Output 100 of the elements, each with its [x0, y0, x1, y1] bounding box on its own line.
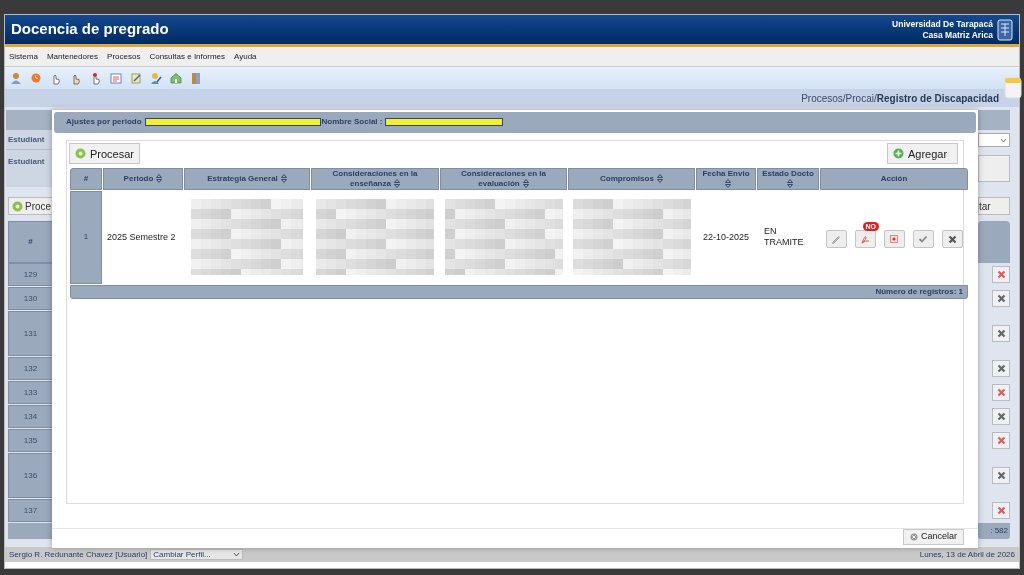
cancel-button[interactable]: Cancelar — [902, 529, 964, 545]
delete-button[interactable] — [992, 467, 1010, 484]
row-number: 1 — [70, 190, 102, 284]
record-icon — [889, 234, 899, 245]
clock-icon[interactable] — [30, 71, 42, 85]
sort-icon[interactable] — [393, 179, 400, 189]
sort-icon[interactable] — [656, 174, 663, 184]
row-number: 130 — [8, 287, 53, 310]
table-footer — [8, 523, 53, 539]
row-number: 134 — [8, 405, 53, 428]
sort-icon[interactable] — [156, 174, 163, 184]
process-button[interactable]: Proce — [8, 197, 53, 215]
delete-button[interactable] — [992, 502, 1010, 519]
column-header[interactable]: Estado Docto — [757, 167, 819, 190]
search-button[interactable]: tar — [978, 197, 1010, 215]
notepad-icon[interactable] — [130, 71, 142, 85]
sort-icon[interactable] — [280, 174, 287, 184]
record-count: : 582 — [978, 523, 1010, 539]
plus-icon — [893, 148, 904, 160]
column-header: Acción — [820, 167, 968, 190]
select-field[interactable] — [978, 133, 1010, 147]
profile-select[interactable]: Cambiar Perfil... — [150, 549, 244, 560]
record-button[interactable] — [883, 230, 905, 249]
table-cell-text: 22-10-2025 — [701, 230, 750, 244]
add-button[interactable]: Agregar — [887, 143, 958, 165]
delete-button[interactable] — [992, 266, 1010, 283]
table-footer: Número de registros: 1 — [70, 284, 968, 299]
column-header[interactable]: Consideraciones en la evaluación — [440, 167, 567, 190]
delete-button[interactable] — [992, 384, 1010, 401]
close-icon — [996, 388, 1006, 397]
cancel-icon — [909, 533, 918, 541]
note-icon[interactable] — [1004, 77, 1022, 99]
process-button[interactable]: Procesar — [69, 143, 141, 165]
period-label: Ajustes por periodo — [66, 116, 142, 129]
app-title: Docencia de pregrado — [11, 19, 169, 40]
hand-icon[interactable] — [90, 71, 102, 85]
column-header[interactable]: Estrategia General — [184, 167, 310, 190]
gear-icon — [75, 148, 86, 160]
delete-button[interactable] — [941, 230, 963, 249]
gear-icon — [12, 200, 23, 212]
approve-button[interactable] — [912, 230, 934, 249]
close-icon — [996, 329, 1006, 338]
menu-item[interactable]: Ayuda — [234, 50, 257, 63]
delete-button[interactable] — [992, 360, 1010, 377]
panel-header — [978, 110, 1010, 130]
delete-button[interactable] — [992, 325, 1010, 342]
list-icon[interactable] — [110, 71, 122, 85]
chevron-down-icon — [233, 552, 241, 557]
breadcrumb: Procesos/Procai/Registro de Discapacidad — [801, 91, 999, 106]
close-icon — [947, 234, 957, 244]
check-icon — [918, 234, 928, 245]
university-name: Universidad De Tarapacá — [892, 18, 993, 30]
pencil-icon — [831, 234, 841, 245]
panel-header — [6, 110, 53, 130]
column-header: # — [8, 221, 53, 263]
table-cell: EN TRAMITE — [764, 226, 804, 249]
user-icon[interactable] — [10, 71, 22, 85]
close-icon — [996, 471, 1006, 480]
menu-item[interactable]: Consultas e Informes — [149, 50, 225, 63]
user-icon[interactable] — [150, 71, 162, 85]
row-number: 132 — [8, 357, 53, 380]
column-header[interactable]: Fecha Envio — [696, 167, 756, 190]
field-label: Estudiant — [6, 150, 53, 187]
menu-item[interactable]: Mantenedores — [46, 50, 99, 63]
social-name-label: Nombre Social : — [321, 116, 383, 129]
delete-button[interactable] — [992, 432, 1010, 449]
close-icon — [996, 436, 1006, 445]
field-label: Estudiant — [6, 130, 53, 150]
row-number: 137 — [8, 499, 53, 522]
column-header — [978, 221, 1010, 263]
row-number: 131 — [8, 311, 53, 356]
menu-item[interactable]: Procesos — [107, 50, 141, 63]
row-number: 133 — [8, 381, 53, 404]
sort-icon[interactable] — [724, 179, 731, 189]
document-icon — [860, 234, 870, 245]
crest-logo-icon — [997, 18, 1013, 41]
chevron-down-icon — [1000, 137, 1007, 143]
campus-name: Casa Matriz Arica — [922, 29, 993, 41]
delete-button[interactable] — [992, 408, 1010, 425]
pdf-button[interactable] — [854, 230, 876, 249]
close-icon — [996, 412, 1006, 421]
close-icon — [996, 270, 1006, 279]
column-header[interactable]: Compromisos — [568, 167, 695, 190]
edit-button[interactable] — [825, 230, 847, 249]
form-button[interactable] — [978, 155, 1010, 182]
sort-icon[interactable] — [522, 179, 529, 189]
close-icon — [996, 506, 1006, 515]
column-header[interactable]: Consideraciones en la enseñanza — [311, 167, 439, 190]
row-number: 136 — [8, 453, 53, 498]
home-icon[interactable] — [170, 71, 182, 85]
row-number: 135 — [8, 429, 53, 452]
door-icon[interactable] — [190, 71, 202, 85]
user-name: Sergio R. Redunante Chavez [Usuario] — [9, 548, 148, 561]
column-header[interactable]: Periodo — [103, 167, 183, 190]
menu-item[interactable]: Sistema — [9, 50, 38, 63]
status-date: Lunes, 13 de Abril de 2026 — [919, 548, 1015, 561]
column-header: # — [70, 167, 102, 190]
sort-icon[interactable] — [786, 179, 793, 189]
delete-button[interactable] — [992, 290, 1010, 307]
select-value: Cambiar Perfil... — [153, 548, 211, 561]
